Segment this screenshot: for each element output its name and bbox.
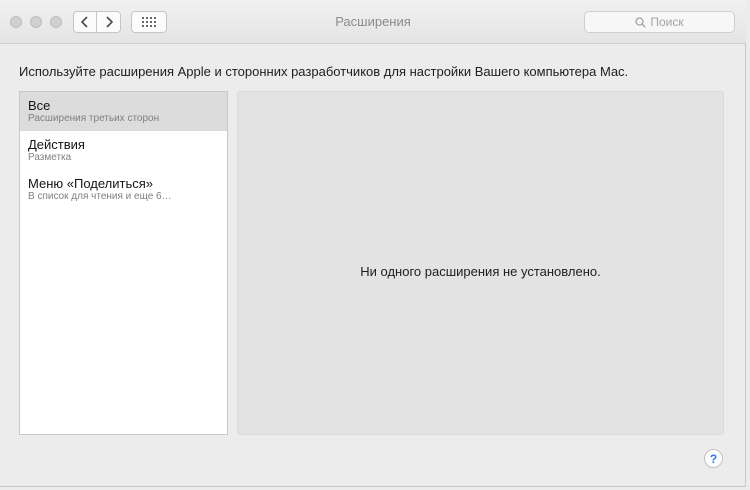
list-item-title: Все [28, 98, 51, 113]
list-item-title: Меню «Поделиться» [28, 176, 153, 191]
extensions-category-list: Все Расширения третьих сторон Действия Р… [19, 91, 228, 435]
extension-detail-pane: Ни одного расширения не установлено. [237, 91, 724, 435]
search-icon [635, 16, 647, 28]
list-item-subtitle: В список для чтения и еще 6… [28, 191, 172, 202]
list-item-title: Действия [28, 137, 85, 152]
list-item-subtitle: Расширения третьих сторон [28, 113, 160, 124]
search-field[interactable]: Поиск [584, 11, 735, 33]
title-bar: Расширения Поиск [0, 0, 746, 44]
list-item-actions[interactable]: Действия Разметка [20, 131, 227, 170]
list-item-all[interactable]: Все Расширения третьих сторон [20, 92, 227, 131]
empty-state-message: Ни одного расширения не установлено. [360, 264, 601, 279]
description-text: Используйте расширения Apple и сторонних… [19, 64, 629, 79]
list-item-share-menu[interactable]: Меню «Поделиться» В список для чтения и … [20, 170, 227, 209]
search-placeholder: Поиск [650, 15, 684, 29]
preferences-window: Расширения Поиск Используйте расширения … [0, 0, 746, 487]
list-item-subtitle: Разметка [28, 152, 72, 163]
help-button[interactable]: ? [704, 449, 723, 468]
